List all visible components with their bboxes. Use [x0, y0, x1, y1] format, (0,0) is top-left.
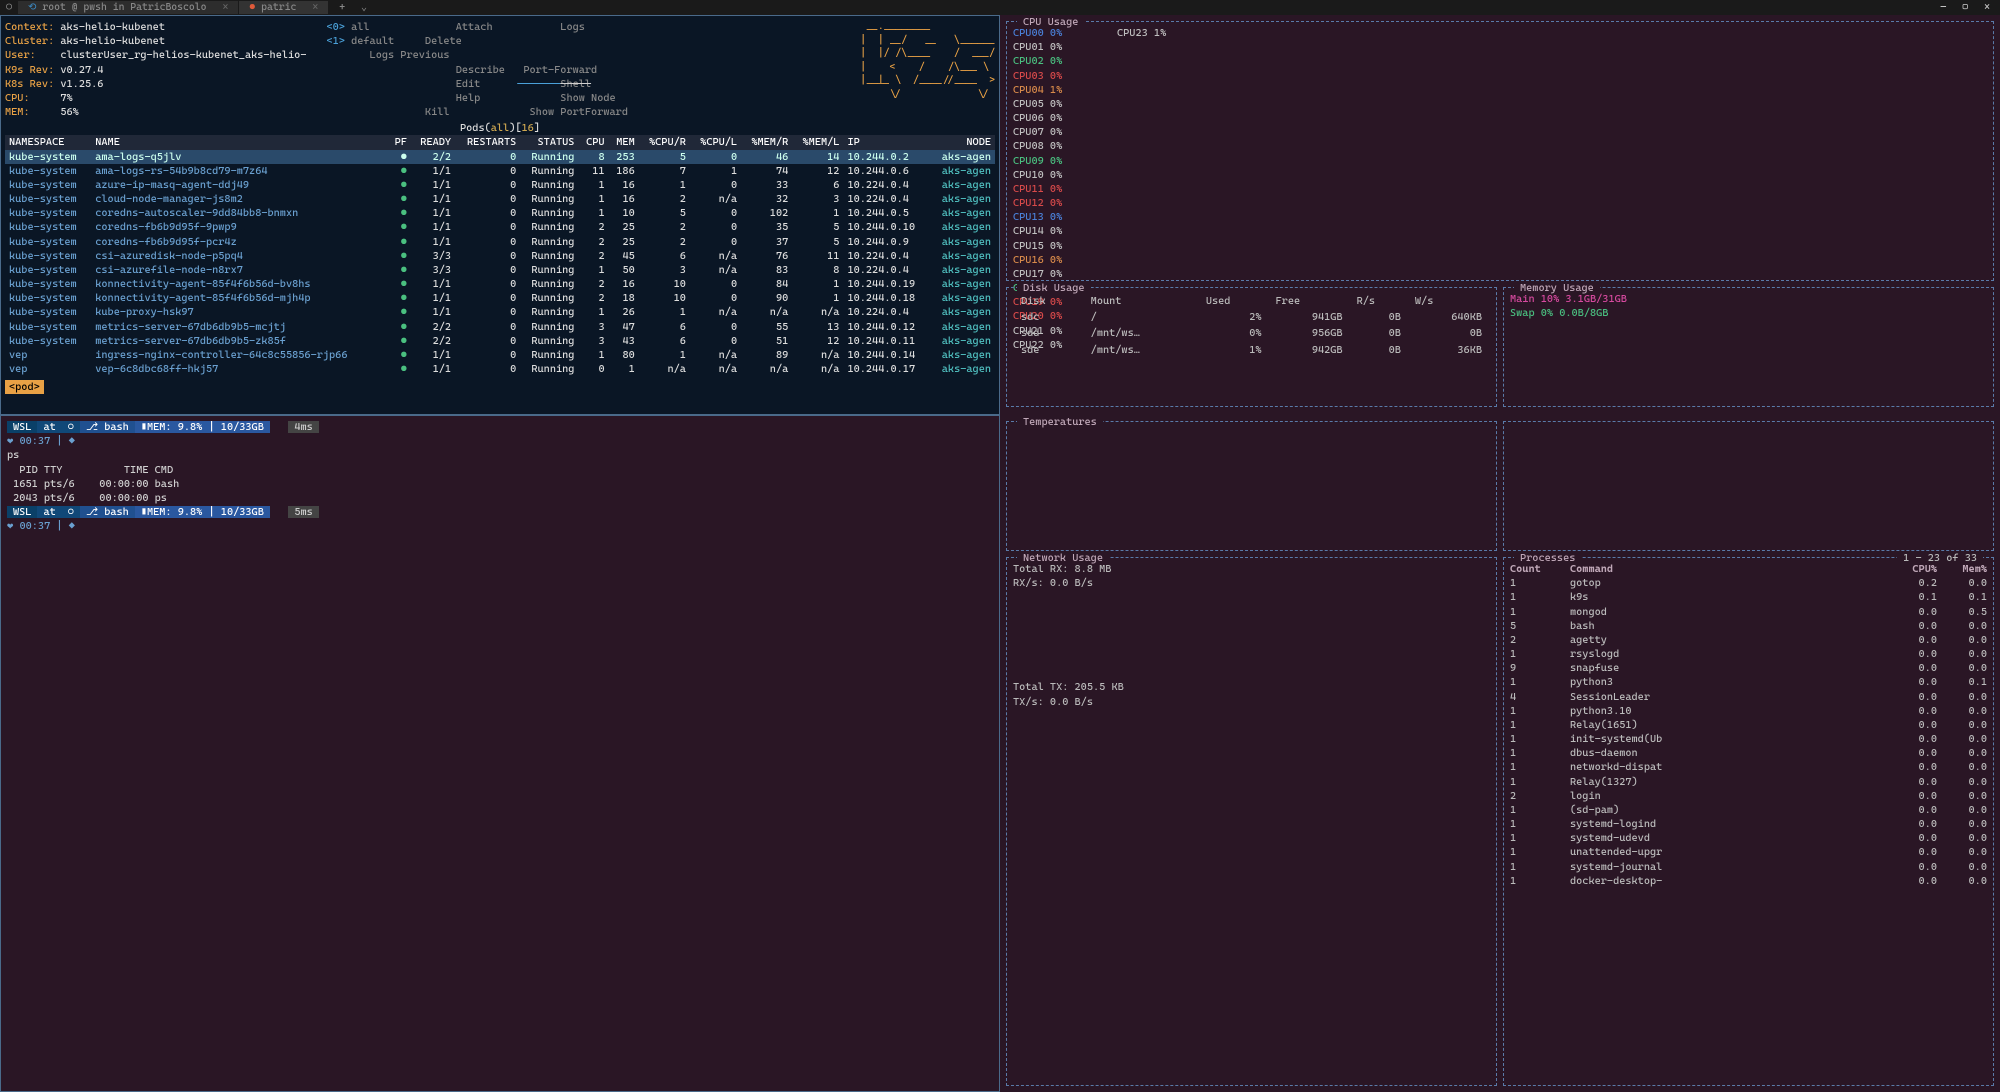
- list-item[interactable]: 1rsyslogd0.00.0: [1510, 647, 1987, 661]
- processes-body: 1gotop0.20.01k9s0.10.11mongod0.00.55bash…: [1510, 576, 1987, 888]
- list-item[interactable]: 1systemd-logind0.00.0: [1510, 817, 1987, 831]
- list-item[interactable]: 1k9s0.10.1: [1510, 590, 1987, 604]
- network-title: Network Usage: [1017, 551, 1109, 565]
- memory-graph-panel: [1503, 421, 1994, 551]
- prompt-2-clock: ❤ 00:37 | ◆: [7, 519, 993, 533]
- list-item[interactable]: 1dbus-daemon0.00.0: [1510, 746, 1987, 760]
- list-item[interactable]: 1python3.100.00.0: [1510, 704, 1987, 718]
- list-item[interactable]: 1gotop0.20.0: [1510, 576, 1987, 590]
- disk-table: DiskMountUsedFreeR/sW/ssdc/2%941GB0B640K…: [1013, 292, 1490, 359]
- processes-panel[interactable]: Processes 1 - 23 of 33 CountCommandCPU%M…: [1503, 557, 1994, 1086]
- k9s-hotkeys: <0> all Attach Logs<1> default Delete Lo…: [326, 20, 628, 119]
- list-item[interactable]: 1networkd-dispat0.00.0: [1510, 760, 1987, 774]
- list-item[interactable]: 1mongod0.00.5: [1510, 605, 1987, 619]
- disk-title: Disk Usage: [1017, 281, 1091, 295]
- list-item[interactable]: 1systemd-journal0.00.0: [1510, 860, 1987, 874]
- cpu-title: CPU Usage: [1017, 15, 1084, 29]
- table-row[interactable]: kube-systemkube-proxy-hsk97●1/10Running1…: [5, 305, 995, 319]
- new-tab-button[interactable]: +: [329, 2, 355, 13]
- tab-menu-button[interactable]: ⌄: [355, 2, 373, 13]
- net-txs: TX/s: 0.0 B/s: [1013, 695, 1490, 709]
- list-item[interactable]: 1Relay(1327)0.00.0: [1510, 775, 1987, 789]
- table-row[interactable]: kube-systemmetrics-server-67db6db9b5-zk8…: [5, 334, 995, 348]
- breadcrumb-pod: <pod>: [5, 380, 44, 394]
- table-row[interactable]: kube-systemcsi-azurefile-node-n8rx7●3/30…: [5, 263, 995, 277]
- table-row[interactable]: kube-systemkonnectivity-agent-85f4f6b56d…: [5, 277, 995, 291]
- processes-range: 1 - 23 of 33: [1897, 551, 1983, 565]
- list-item[interactable]: 2agetty0.00.0: [1510, 633, 1987, 647]
- list-item[interactable]: 1(sd-pam)0.00.0: [1510, 803, 1987, 817]
- k9s-pane[interactable]: Context: aks-helio-kubenet Cluster: aks-…: [0, 15, 1000, 415]
- tab-1-close-icon[interactable]: ×: [312, 2, 318, 13]
- window-max-button[interactable]: ▢: [1962, 2, 1968, 13]
- table-row[interactable]: kube-systemcoredns-autoscaler-9dd84bb8-b…: [5, 206, 995, 220]
- k9s-context-info: Context: aks-helio-kubenet Cluster: aks-…: [5, 20, 306, 119]
- disk-panel: Disk Usage DiskMountUsedFreeR/sW/ssdc/2%…: [1006, 287, 1497, 407]
- shell-output: PID TTY TIME CMD 1651 pts/6 00:00:00 bas…: [7, 463, 993, 506]
- table-row[interactable]: vepingress-nginx-controller-64c8c55856-r…: [5, 348, 995, 362]
- tab-1-icon: ●: [249, 2, 255, 13]
- gotop-bottom-pane: Temperatures Network Usage Total RX: 8.8…: [1000, 415, 2000, 1092]
- list-item[interactable]: 4SessionLeader0.00.0: [1510, 690, 1987, 704]
- table-row[interactable]: kube-systemama-logs-q5jlv●2/20Running825…: [5, 150, 995, 164]
- temp-title: Temperatures: [1017, 415, 1103, 429]
- tab-1[interactable]: ● patric ×: [239, 1, 328, 14]
- table-row[interactable]: kube-systemcsi-azuredisk-node-p5pq4●3/30…: [5, 249, 995, 263]
- list-item[interactable]: 1python30.00.1: [1510, 675, 1987, 689]
- tab-0-icon: ⟲: [28, 2, 36, 13]
- processes-title: Processes: [1514, 551, 1581, 565]
- memory-title: Memory Usage: [1514, 281, 1600, 295]
- titlebar: ◯ ⟲ root @ pwsh in PatricBoscolo × ● pat…: [0, 0, 2000, 15]
- table-row[interactable]: kube-systemkonnectivity-agent-85f4f6b56d…: [5, 291, 995, 305]
- prompt-1: WSLat○⎇ bash▮MEM: 9.8% | 10/33GB 4ms: [7, 420, 993, 434]
- cpu-panel: CPU Usage CPU00 0%CPU01 0%CPU02 0%CPU03 …: [1006, 21, 1994, 281]
- net-rxs: RX/s: 0.0 B/s: [1013, 576, 1490, 590]
- tab-0-close-icon[interactable]: ×: [222, 2, 228, 13]
- net-tx: Total TX: 205.5 KB: [1013, 680, 1490, 694]
- k9s-logo: __.________ | | __/ __ \______ | |/ /\__…: [860, 20, 995, 119]
- shell-pane[interactable]: WSLat○⎇ bash▮MEM: 9.8% | 10/33GB 4ms ❤ 0…: [0, 415, 1000, 1092]
- table-row[interactable]: kube-systemcloud-node-manager-js8m2●1/10…: [5, 192, 995, 206]
- pods-title: Pods(all)[16]: [5, 121, 995, 135]
- table-row[interactable]: kube-systemcoredns-fb6b9d95f-pcr4z●1/10R…: [5, 235, 995, 249]
- list-item[interactable]: 1Relay(1651)0.00.0: [1510, 718, 1987, 732]
- table-row[interactable]: kube-systemmetrics-server-67db6db9b5-mcj…: [5, 320, 995, 334]
- list-item[interactable]: 2login0.00.0: [1510, 789, 1987, 803]
- table-row[interactable]: vepvep-6c8dbc68ff-hkj57●1/10Running01n/a…: [5, 362, 995, 376]
- pods-table[interactable]: NAMESPACENAMEPFREADYRESTARTSSTATUSCPUMEM…: [5, 135, 995, 376]
- list-item[interactable]: 1systemd-udevd0.00.0: [1510, 831, 1987, 845]
- pods-header-row: NAMESPACENAMEPFREADYRESTARTSSTATUSCPUMEM…: [5, 135, 995, 149]
- prompt-2: WSLat○⎇ bash▮MEM: 9.8% | 10/33GB 5ms: [7, 505, 993, 519]
- table-row[interactable]: kube-systemazure-ip-masq-agent-ddj49●1/1…: [5, 178, 995, 192]
- network-panel: Network Usage Total RX: 8.8 MB RX/s: 0.0…: [1006, 557, 1497, 1086]
- app-icon: ◯: [0, 2, 18, 13]
- prompt-1-clock: ❤ 00:37 | ◆: [7, 434, 993, 448]
- window-close-button[interactable]: ×: [1984, 2, 1990, 13]
- table-row[interactable]: kube-systemama-logs-rs-54b9b8cd79-m7z64●…: [5, 164, 995, 178]
- gotop-top-pane: CPU Usage CPU00 0%CPU01 0%CPU02 0%CPU03 …: [1000, 15, 2000, 415]
- table-row[interactable]: kube-systemcoredns-fb6b9d95f-9pwp9●1/10R…: [5, 220, 995, 234]
- shell-command: ps: [7, 448, 993, 462]
- list-item[interactable]: 9snapfuse0.00.0: [1510, 661, 1987, 675]
- tab-0[interactable]: ⟲ root @ pwsh in PatricBoscolo ×: [18, 1, 238, 14]
- list-item[interactable]: 1init-systemd(Ub0.00.0: [1510, 732, 1987, 746]
- list-item[interactable]: 1unattended-upgr0.00.0: [1510, 845, 1987, 859]
- tab-0-label: root @ pwsh in PatricBoscolo: [42, 2, 206, 13]
- list-item[interactable]: 5bash0.00.0: [1510, 619, 1987, 633]
- memory-panel: Memory Usage Main 10% 3.1GB/31GB Swap 0%…: [1503, 287, 1994, 407]
- memory-swap: Swap 0% 0.0B/8GB: [1510, 306, 1987, 320]
- tab-1-label: patric: [261, 2, 296, 13]
- list-item[interactable]: 1docker-desktop-0.00.0: [1510, 874, 1987, 888]
- temp-panel: Temperatures: [1006, 421, 1497, 551]
- window-min-button[interactable]: —: [1940, 2, 1946, 13]
